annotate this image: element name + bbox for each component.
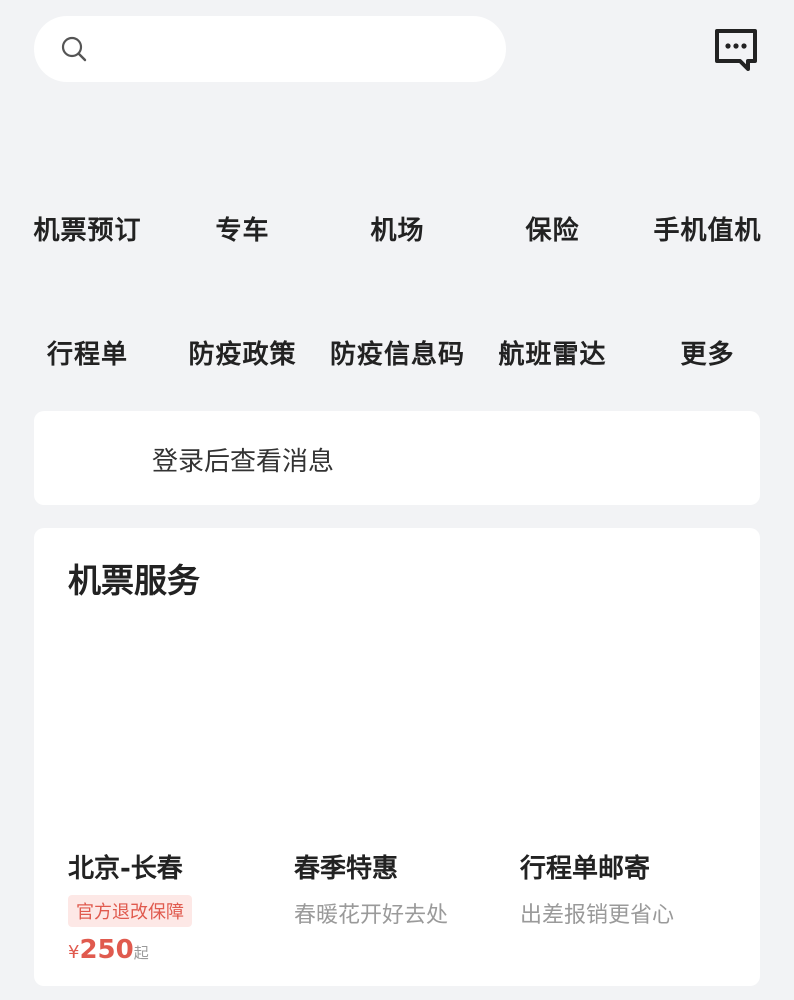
nav-item-epidemic-policy[interactable]: 防疫政策 <box>165 326 320 378</box>
flight-service-panel: 机票服务 北京-长春 官方退改保障 ¥250起 春季特惠 春暖花开好去处 行程单… <box>34 528 760 986</box>
price-currency: ¥ <box>68 942 80 963</box>
route-price: ¥250起 <box>68 935 294 965</box>
price-suffix: 起 <box>133 944 149 962</box>
nav-item-flight-radar[interactable]: 航班雷达 <box>475 326 630 378</box>
spring-sale-subtitle: 春暖花开好去处 <box>294 903 449 928</box>
nav-item-itinerary[interactable]: 行程单 <box>10 326 165 378</box>
service-title: 机票服务 <box>68 561 200 600</box>
quick-nav-row-1: 机票预订 专车 机场 保险 手机值机 <box>0 202 794 254</box>
nav-item-private-car[interactable]: 专车 <box>165 202 320 254</box>
nav-item-health-code[interactable]: 防疫信息码 <box>320 326 475 378</box>
price-value: 250 <box>79 935 134 965</box>
itinerary-mail-card[interactable]: 行程单邮寄 出差报销更省心 <box>520 848 746 929</box>
spring-sale-title: 春季特惠 <box>294 854 399 884</box>
nav-item-mobile-checkin[interactable]: 手机值机 <box>630 202 785 254</box>
route-title: 北京-长春 <box>68 854 183 884</box>
message-notice-card[interactable]: 登录后查看消息 <box>34 411 760 505</box>
notice-text: 登录后查看消息 <box>152 447 335 477</box>
search-bar[interactable] <box>34 16 506 82</box>
top-bar <box>0 0 794 100</box>
itinerary-mail-subtitle: 出差报销更省心 <box>520 903 675 928</box>
nav-item-insurance[interactable]: 保险 <box>475 202 630 254</box>
search-input[interactable] <box>100 28 490 70</box>
quick-nav-row-2: 行程单 防疫政策 防疫信息码 航班雷达 更多 <box>0 326 794 378</box>
refund-guarantee-badge: 官方退改保障 <box>68 895 192 927</box>
message-icon[interactable] <box>712 26 760 74</box>
nav-item-more[interactable]: 更多 <box>630 326 785 378</box>
route-deal-card[interactable]: 北京-长春 官方退改保障 ¥250起 <box>68 848 294 965</box>
spring-sale-card[interactable]: 春季特惠 春暖花开好去处 <box>294 848 520 929</box>
nav-item-airport[interactable]: 机场 <box>320 202 475 254</box>
itinerary-mail-title: 行程单邮寄 <box>520 854 651 884</box>
nav-item-flight-booking[interactable]: 机票预订 <box>10 202 165 254</box>
search-icon <box>61 36 87 62</box>
